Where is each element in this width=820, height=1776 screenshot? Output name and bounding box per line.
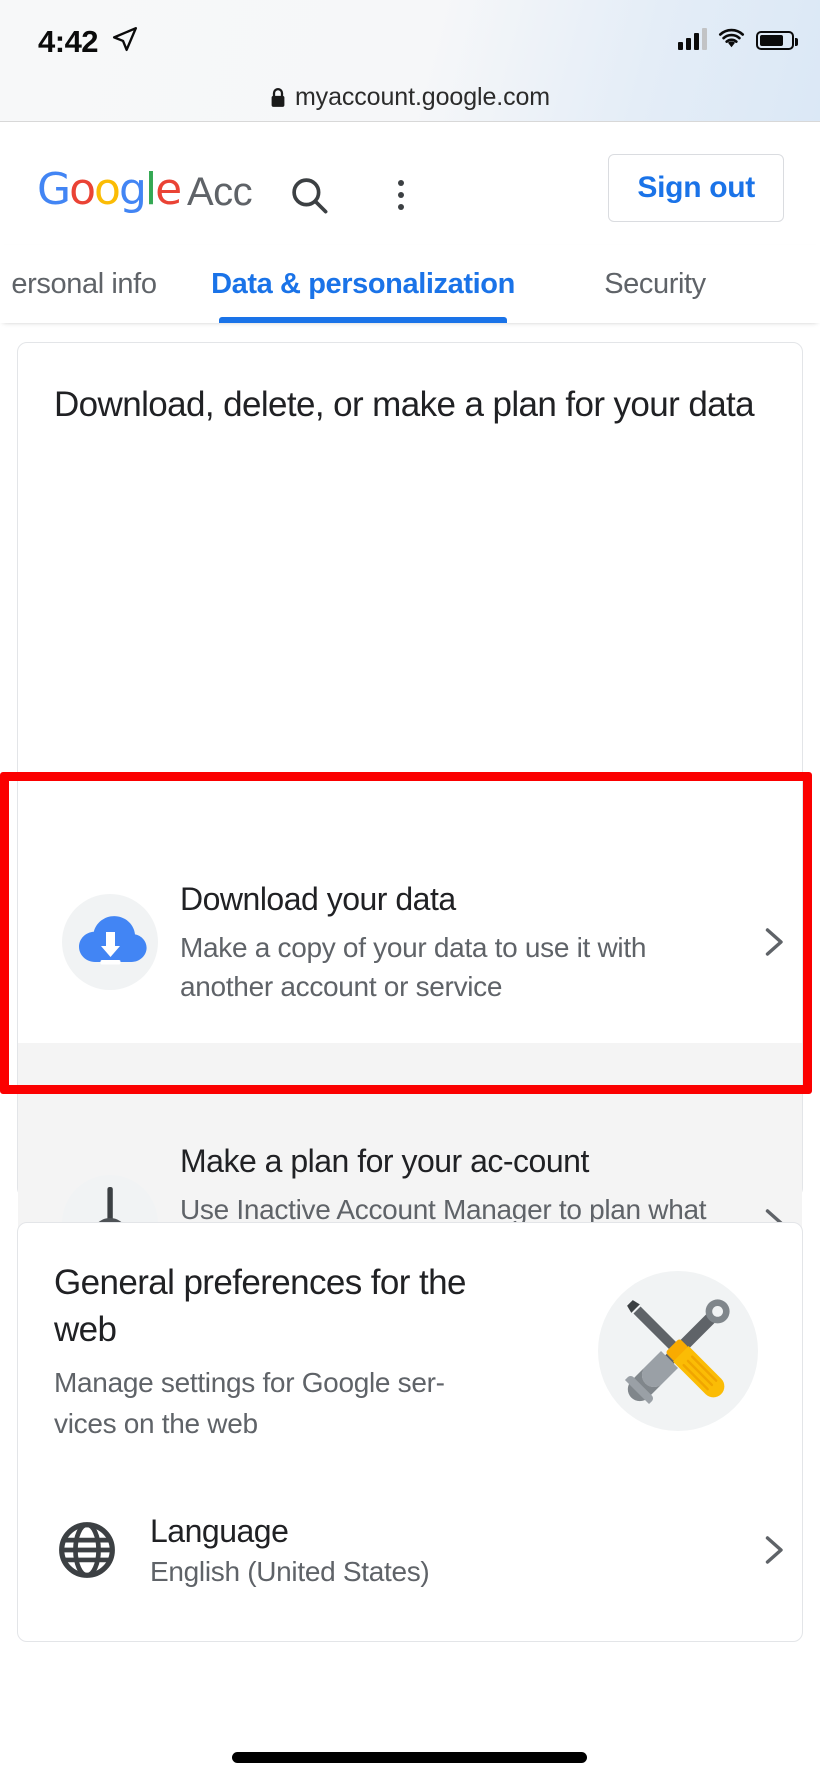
cloud-download-icon xyxy=(62,893,158,990)
wifi-icon xyxy=(718,28,745,50)
row-title: Download your data xyxy=(180,880,456,917)
chevron-right-icon[interactable] xyxy=(742,924,802,960)
active-tab-indicator xyxy=(219,317,507,323)
ios-status-bar: 4:42 xyxy=(0,0,820,72)
browser-chrome: 4:42 myaccount.google.com xyxy=(0,0,820,122)
battery-icon xyxy=(756,31,798,50)
language-value: English (United States) xyxy=(150,1555,430,1587)
cellular-bars-icon xyxy=(678,28,707,50)
language-label: Language xyxy=(150,1512,289,1549)
data-management-card: Download, delete, or make a plan for you… xyxy=(17,342,803,1579)
tab-data-personalization[interactable]: Data & personalization xyxy=(211,245,515,323)
general-preferences-card: General preferences for the web Manage s… xyxy=(17,1222,803,1642)
data-card-title: Download, delete, or make a plan for you… xyxy=(54,385,755,424)
download-your-data-body: Download your data Make a copy of your d… xyxy=(158,877,742,1007)
general-preferences-title: General preferences for the web xyxy=(54,1263,466,1350)
tab-personal-info[interactable]: ersonal info xyxy=(0,245,184,323)
status-bar-indicators xyxy=(678,28,798,50)
google-logo: Google xyxy=(37,164,182,215)
language-body: Language English (United States) xyxy=(120,1513,742,1588)
row-download-your-data[interactable]: Download your data Make a copy of your d… xyxy=(18,849,802,1034)
google-account-header: Google Acc Sign out xyxy=(0,122,820,245)
lock-icon xyxy=(270,87,286,108)
tab-bar: ersonal info Data & personalization Secu… xyxy=(0,245,820,323)
location-arrow-icon xyxy=(112,26,138,52)
url-text: myaccount.google.com xyxy=(294,82,551,111)
row-language[interactable]: Language English (United States) xyxy=(18,1475,802,1625)
general-preferences-subtitle: Manage settings for Google ser-vices on … xyxy=(54,1367,445,1439)
tools-icon xyxy=(598,1271,758,1431)
globe-icon xyxy=(54,1517,120,1583)
product-name: Acc xyxy=(187,170,253,214)
url-bar[interactable]: myaccount.google.com xyxy=(0,72,820,122)
tab-security[interactable]: Security xyxy=(560,245,750,323)
sign-out-button[interactable]: Sign out xyxy=(608,154,784,222)
chevron-right-icon[interactable] xyxy=(742,1532,802,1568)
row-title: Make a plan for your ac-count xyxy=(180,1142,589,1179)
search-icon[interactable] xyxy=(288,174,330,216)
row-description: Make a copy of your data to use it with … xyxy=(180,932,647,1003)
more-vertical-icon[interactable] xyxy=(388,174,414,216)
status-bar-time: 4:42 xyxy=(38,24,99,59)
home-indicator xyxy=(232,1752,587,1763)
